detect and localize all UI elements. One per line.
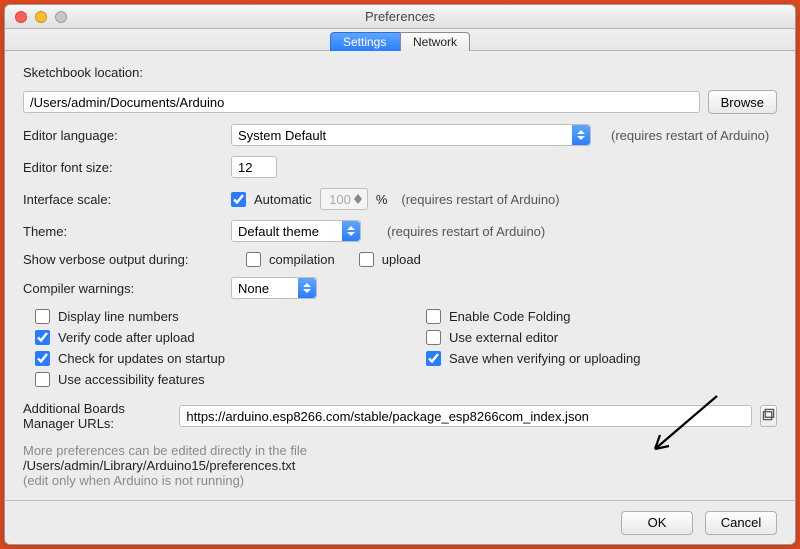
theme-label: Theme:: [23, 224, 223, 239]
display-line-numbers-label: Display line numbers: [58, 309, 179, 324]
font-size-label: Editor font size:: [23, 160, 223, 175]
external-editor-checkbox[interactable]: [426, 330, 441, 345]
tab-settings[interactable]: Settings: [330, 32, 400, 51]
check-updates-label: Check for updates on startup: [58, 351, 225, 366]
preferences-file-path: /Users/admin/Library/Arduino15/preferenc…: [23, 458, 777, 473]
font-size-input[interactable]: [231, 156, 277, 178]
additional-urls-input[interactable]: [179, 405, 752, 427]
cancel-button[interactable]: Cancel: [705, 511, 777, 535]
automatic-label: Automatic: [254, 192, 312, 207]
percent-label: %: [376, 192, 388, 207]
browse-button[interactable]: Browse: [708, 90, 777, 114]
restart-note-language: (requires restart of Arduino): [611, 128, 769, 143]
settings-panel: Sketchbook location: Browse Editor langu…: [5, 51, 795, 500]
edit-urls-button[interactable]: [760, 405, 777, 427]
ok-button[interactable]: OK: [621, 511, 693, 535]
save-when-checkbox[interactable]: [426, 351, 441, 366]
preferences-window: Preferences Settings Network Sketchbook …: [4, 4, 796, 545]
verbose-label: Show verbose output during:: [23, 252, 238, 267]
check-updates-checkbox[interactable]: [35, 351, 50, 366]
accessibility-checkbox[interactable]: [35, 372, 50, 387]
theme-select[interactable]: Default theme: [231, 220, 361, 242]
editor-language-select[interactable]: System Default: [231, 124, 591, 146]
edit-only-hint: (edit only when Arduino is not running): [23, 473, 777, 488]
options-grid: Display line numbers Verify code after u…: [35, 309, 777, 387]
window-stack-icon: [762, 408, 775, 424]
external-editor-label: Use external editor: [449, 330, 558, 345]
enable-folding-label: Enable Code Folding: [449, 309, 570, 324]
verify-after-upload-label: Verify code after upload: [58, 330, 195, 345]
automatic-scale-checkbox[interactable]: [231, 192, 246, 207]
verify-after-upload-checkbox[interactable]: [35, 330, 50, 345]
restart-note-scale: (requires restart of Arduino): [401, 192, 559, 207]
tab-bar: Settings Network: [5, 29, 795, 51]
sketchbook-path-input[interactable]: [23, 91, 700, 113]
compilation-label: compilation: [269, 252, 335, 267]
enable-folding-checkbox[interactable]: [426, 309, 441, 324]
save-when-label: Save when verifying or uploading: [449, 351, 641, 366]
restart-note-theme: (requires restart of Arduino): [387, 224, 545, 239]
sketchbook-label: Sketchbook location:: [23, 65, 777, 80]
more-prefs-hint: More preferences can be edited directly …: [23, 443, 777, 458]
window-title: Preferences: [5, 9, 795, 24]
tab-network[interactable]: Network: [400, 32, 470, 51]
accessibility-label: Use accessibility features: [58, 372, 205, 387]
editor-language-label: Editor language:: [23, 128, 223, 143]
upload-label: upload: [382, 252, 421, 267]
display-line-numbers-checkbox[interactable]: [35, 309, 50, 324]
compiler-warnings-label: Compiler warnings:: [23, 281, 223, 296]
verbose-compilation-checkbox[interactable]: [246, 252, 261, 267]
dialog-footer: OK Cancel: [5, 500, 795, 544]
compiler-warnings-select[interactable]: None: [231, 277, 317, 299]
additional-urls-label: Additional Boards Manager URLs:: [23, 401, 171, 431]
verbose-upload-checkbox[interactable]: [359, 252, 374, 267]
interface-scale-label: Interface scale:: [23, 192, 223, 207]
titlebar: Preferences: [5, 5, 795, 29]
stepper-arrows-icon: [354, 189, 366, 209]
